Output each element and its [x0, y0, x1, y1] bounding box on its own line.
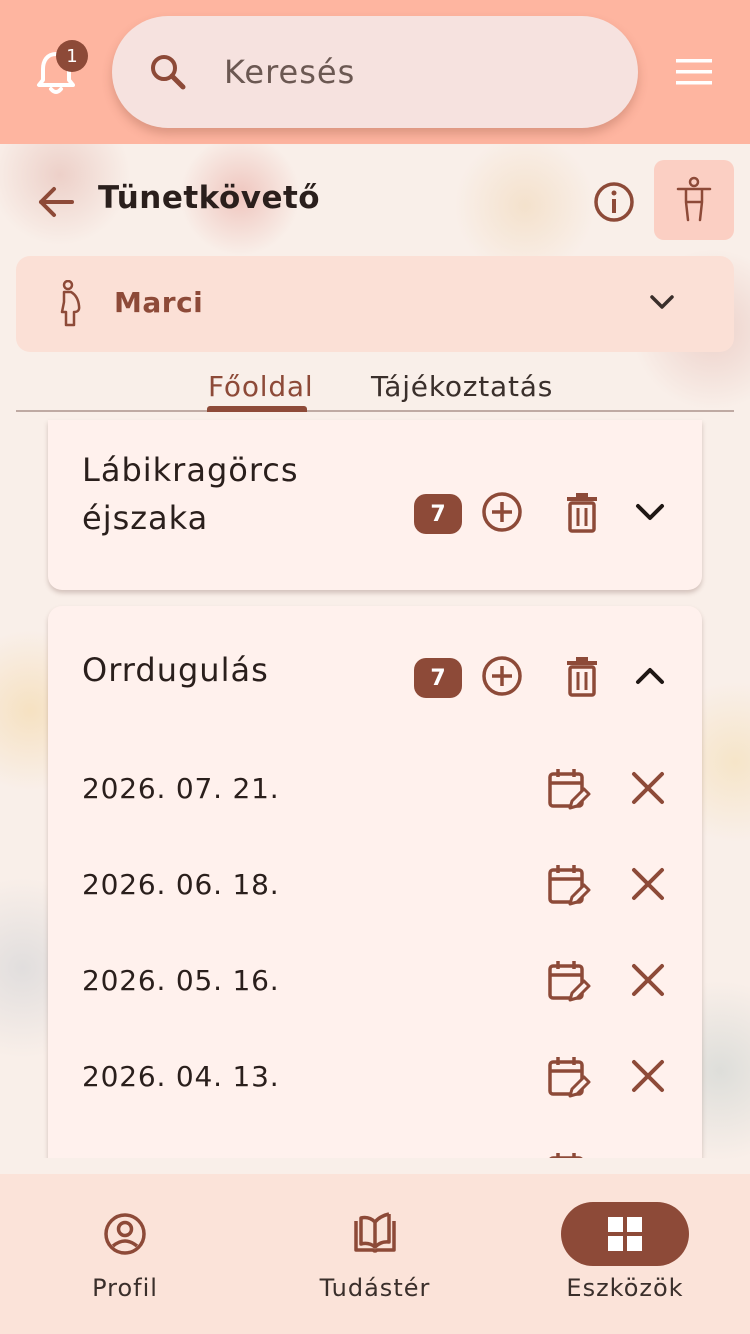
add-circle-icon[interactable]: [480, 490, 524, 534]
book-open-icon: [354, 1212, 396, 1253]
trash-icon[interactable]: [560, 490, 604, 534]
close-icon[interactable]: [628, 768, 668, 808]
tab-bar: Főoldal Tájékoztatás: [16, 364, 734, 412]
nav-item-knowledge[interactable]: Tudástér: [250, 1174, 500, 1334]
symptom-entry-row: 2026. 06. 18.: [48, 850, 702, 920]
grid-icon: [608, 1217, 642, 1251]
entry-date: 2026. 05. 16.: [82, 964, 280, 997]
tab-home[interactable]: Főoldal: [208, 370, 313, 403]
accessibility-icon: [676, 176, 712, 222]
symptom-count-badge: 7: [414, 494, 462, 534]
top-app-bar: 1: [0, 0, 750, 144]
symptom-count-badge: 7: [414, 658, 462, 698]
tab-information[interactable]: Tájékoztatás: [371, 370, 553, 403]
edit-calendar-icon[interactable]: [544, 1150, 592, 1158]
close-icon[interactable]: [628, 864, 668, 904]
chevron-up-icon[interactable]: [628, 654, 672, 698]
nav-label: Profil: [92, 1274, 158, 1302]
nav-item-profile[interactable]: Profil: [0, 1174, 250, 1334]
arrow-left-icon[interactable]: [36, 182, 76, 222]
symptom-entry-row-partial: [48, 1138, 702, 1158]
symptom-title: Orrdugulás: [82, 651, 269, 689]
profile-selector[interactable]: Marci: [16, 256, 734, 352]
close-icon[interactable]: [628, 1056, 668, 1096]
nav-item-tools[interactable]: Eszközök: [500, 1174, 750, 1334]
menu-icon[interactable]: [674, 56, 714, 88]
close-icon[interactable]: [628, 960, 668, 1000]
symptom-card: Lábikragörcs éjszaka 7: [48, 420, 702, 590]
pregnant-woman-icon: [60, 280, 81, 327]
search-bar[interactable]: [112, 16, 638, 128]
notification-count-badge: 1: [56, 40, 88, 72]
chevron-down-icon: [650, 295, 674, 309]
symptom-title: Lábikragörcs éjszaka: [82, 451, 299, 537]
edit-calendar-icon[interactable]: [544, 1054, 592, 1102]
edit-calendar-icon[interactable]: [544, 766, 592, 814]
edit-calendar-icon[interactable]: [544, 958, 592, 1006]
symptom-list[interactable]: Lábikragörcs éjszaka 7 Orrdugulás 7 2026…: [0, 412, 750, 1158]
accessibility-button[interactable]: [654, 160, 734, 240]
bottom-navigation: Profil Tudástér Eszközök: [0, 1174, 750, 1334]
symptom-entry-row: 2026. 05. 16.: [48, 946, 702, 1016]
symptom-entry-row: 2026. 04. 13.: [48, 1042, 702, 1112]
search-input[interactable]: [224, 46, 604, 98]
search-icon: [151, 55, 186, 90]
chevron-down-icon[interactable]: [628, 490, 672, 534]
account-circle-icon: [104, 1213, 146, 1255]
entry-date: 2026. 04. 13.: [82, 1060, 280, 1093]
edit-calendar-icon[interactable]: [544, 862, 592, 910]
nav-label: Tudástér: [319, 1274, 431, 1302]
trash-icon[interactable]: [560, 654, 604, 698]
page-title: Tünetkövető: [98, 180, 321, 216]
entry-date: 2026. 06. 18.: [82, 868, 280, 901]
add-circle-icon[interactable]: [480, 654, 524, 698]
info-icon[interactable]: [592, 180, 636, 224]
symptom-card: Orrdugulás 7 2026. 07. 21. 2026. 06. 18.…: [48, 606, 702, 1158]
symptom-entry-row: 2026. 07. 21.: [48, 754, 702, 824]
selected-profile-name: Marci: [114, 286, 204, 319]
entry-date: 2026. 07. 21.: [82, 772, 280, 805]
nav-label: Eszközök: [566, 1274, 684, 1302]
